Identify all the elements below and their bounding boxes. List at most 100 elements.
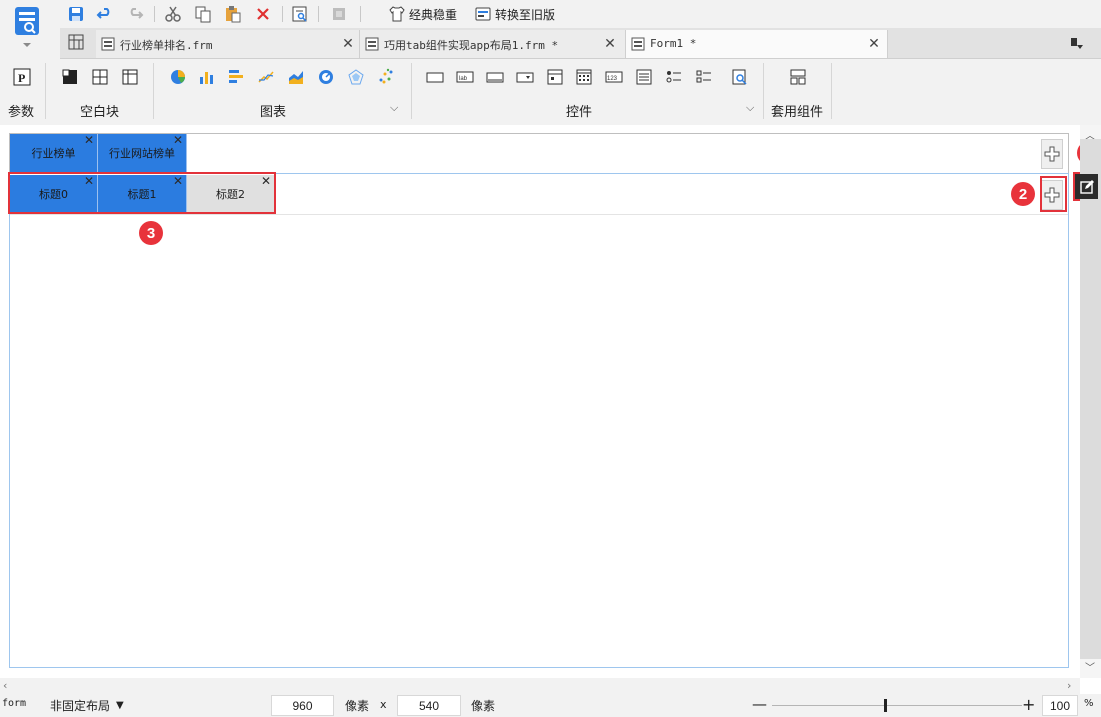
ribbon-group-component: 套用组件 [771, 105, 824, 120]
delete-button[interactable] [252, 4, 274, 24]
zoom-out-button[interactable]: — [752, 695, 767, 713]
radio-group-control-button[interactable] [664, 67, 684, 87]
radar-chart-button[interactable] [346, 67, 366, 87]
save-button[interactable] [65, 4, 87, 24]
disabled-tool-button[interactable] [328, 4, 350, 24]
date-control-button[interactable] [545, 67, 565, 87]
horizontal-scrollbar[interactable]: ‹ › [0, 678, 1080, 694]
outer-tab-bar: 行业榜单 ✕ 行业网站榜单 ✕ [9, 133, 1069, 173]
component-template-button[interactable] [788, 67, 808, 87]
convert-icon [475, 7, 491, 21]
caret-down-icon: ▼ [116, 700, 124, 711]
form-file-icon [365, 37, 379, 51]
zoom-input[interactable]: 100 [1042, 695, 1078, 716]
bar-chart-button[interactable] [197, 67, 217, 87]
chart-expand-chevron-icon[interactable]: ⌵ [390, 101, 398, 115]
layout-mode-label: 非固定布局 [50, 699, 111, 713]
line-chart-button[interactable] [256, 67, 276, 87]
area-chart-button[interactable] [286, 67, 306, 87]
doc-tab-1[interactable]: 行业榜单排名.frm ✕ [96, 30, 360, 58]
outer-tab-1[interactable]: 行业榜单 ✕ [10, 133, 98, 172]
dropdown-control-button[interactable] [515, 67, 535, 87]
hbar-chart-icon [229, 70, 243, 83]
query-control-button[interactable] [730, 67, 750, 87]
number-widget-icon: 123 [605, 71, 623, 83]
parameter-icon: P [13, 68, 31, 86]
component-template-icon [790, 69, 806, 85]
doc-tab-2-close-icon[interactable]: ✕ [602, 35, 618, 53]
scroll-down-arrow-icon[interactable]: ﹀ [1085, 659, 1095, 674]
calendar-grid-control-button[interactable] [574, 67, 594, 87]
pie-chart-icon [171, 70, 185, 84]
edit-panel-button[interactable] [1075, 174, 1098, 199]
outer-tab-2-close-icon[interactable]: ✕ [173, 133, 183, 147]
control-expand-chevron-icon[interactable]: ⌵ [746, 101, 754, 115]
checkbox-group-control-button[interactable] [694, 67, 714, 87]
app-logo[interactable] [0, 0, 56, 58]
copy-button[interactable] [192, 4, 214, 24]
query-widget-icon [732, 69, 747, 85]
form-file-icon [101, 37, 115, 51]
quick-access-toolbar: 经典稳重 转换至旧版 [60, 0, 1101, 28]
scatter-chart-button[interactable] [376, 67, 396, 87]
outer-tab-2[interactable]: 行业网站榜单 ✕ [98, 133, 187, 172]
ribbon: P 参数 空白块 图表 ⌵ lab 123 控件 ⌵ 套用组件 [0, 59, 1101, 126]
copy-icon [195, 6, 211, 23]
preview-button[interactable] [289, 4, 311, 24]
scroll-track[interactable] [1080, 139, 1101, 659]
undo-button[interactable] [94, 4, 116, 24]
zoom-slider-thumb[interactable] [884, 699, 887, 712]
radar-chart-icon [348, 69, 364, 85]
pie-chart-button[interactable] [168, 67, 188, 87]
area-chart-icon [289, 71, 303, 84]
cut-button[interactable] [162, 4, 184, 24]
parameter-button[interactable]: P [12, 67, 32, 87]
block-solid-icon [62, 69, 77, 84]
times-sign: x [380, 698, 387, 711]
shirt-icon [389, 6, 405, 22]
doc-tab-3-close-icon[interactable]: ✕ [866, 35, 882, 53]
status-bar: form 非固定布局 ▼ 960 像素 x 540 像素 — + 100 % [0, 694, 1101, 717]
doc-tab-1-close-icon[interactable]: ✕ [340, 35, 356, 53]
scroll-right-arrow-icon[interactable]: › [1067, 679, 1071, 692]
bar-chart-icon [200, 72, 213, 84]
width-input[interactable]: 960 [271, 695, 334, 716]
zoom-in-button[interactable]: + [1022, 695, 1035, 714]
tab-list-button[interactable] [67, 33, 85, 51]
vertical-scrollbar[interactable]: ︿ ﹀ [1080, 125, 1101, 678]
textbox-control-button[interactable] [425, 67, 445, 87]
preview-icon [292, 6, 307, 22]
gauge-chart-button[interactable] [316, 67, 336, 87]
calendar-grid-icon [576, 69, 592, 85]
redo-button[interactable] [124, 4, 146, 24]
height-input[interactable]: 540 [397, 695, 461, 716]
tab-layout-frame[interactable]: 标题0 ✕ 标题1 ✕ 标题2 ✕ [9, 173, 1069, 668]
scatter-chart-icon [379, 68, 393, 84]
button-widget-icon [486, 72, 504, 83]
checkbox-group-icon [696, 70, 711, 83]
highlight-add-tab [1040, 176, 1067, 212]
label-control-button[interactable]: lab [455, 67, 475, 87]
doc-tab-3[interactable]: Form1 * ✕ [626, 30, 888, 58]
doc-tab-2[interactable]: 巧用tab组件实现app布局1.frm * ✕ [360, 30, 626, 58]
paste-button[interactable] [222, 4, 244, 24]
zoom-slider[interactable] [772, 705, 1022, 706]
convert-old-version-button[interactable]: 转换至旧版 [474, 4, 555, 24]
split-block-button[interactable] [90, 67, 110, 87]
outer-tab-1-close-icon[interactable]: ✕ [84, 133, 94, 147]
table-block-button[interactable] [120, 67, 140, 87]
classic-theme-button[interactable]: 经典稳重 [388, 4, 457, 24]
gauge-icon [319, 70, 333, 84]
calendar-widget-icon [547, 69, 563, 85]
list-control-button[interactable] [634, 67, 654, 87]
line-chart-icon [258, 71, 274, 83]
absolute-block-button[interactable] [60, 67, 80, 87]
horizontal-bar-chart-button[interactable] [226, 67, 246, 87]
tab-overflow-button[interactable] [1068, 34, 1086, 52]
outer-add-tab-button[interactable] [1041, 139, 1063, 169]
scroll-left-arrow-icon[interactable]: ‹ [3, 679, 7, 692]
number-control-button[interactable]: 123 [604, 67, 624, 87]
layout-mode-select[interactable]: 非固定布局 ▼ [50, 697, 124, 714]
zoom-percent: % [1084, 698, 1094, 709]
button-control-button[interactable] [485, 67, 505, 87]
